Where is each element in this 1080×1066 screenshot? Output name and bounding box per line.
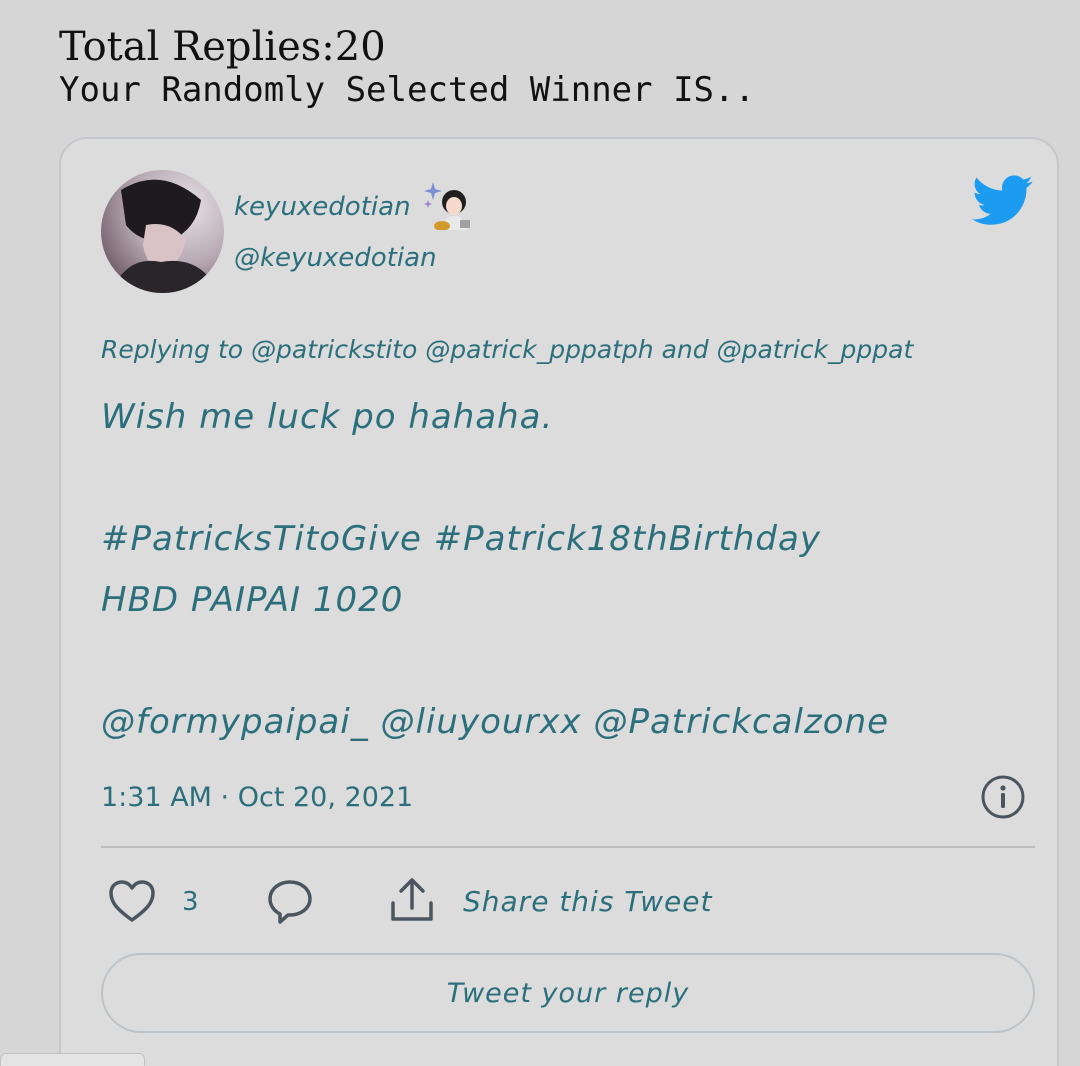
sparkles-woman-emoji-icon bbox=[422, 180, 474, 231]
total-replies-heading: Total Replies:20 bbox=[59, 24, 386, 70]
display-name[interactable]: keyuxedotian bbox=[234, 190, 411, 224]
twitter-bird-icon[interactable] bbox=[972, 174, 1034, 228]
tweet-text-line: Wish me luck po hahaha. bbox=[101, 397, 554, 437]
tweet-your-reply-button[interactable]: Tweet your reply bbox=[101, 953, 1035, 1033]
user-handle[interactable]: @keyuxedotian bbox=[234, 241, 437, 275]
tweet-timestamp[interactable]: 1:31 AM · Oct 20, 2021 bbox=[101, 780, 413, 816]
tweet-text-line: HBD PAIPAI 1020 bbox=[101, 580, 404, 620]
tweet-hashtags[interactable]: #PatricksTitoGive #Patrick18thBirthday bbox=[101, 517, 821, 561]
tweet-mentions[interactable]: @formypaipai_ @liuyourxx @Patrickcalzone bbox=[101, 700, 889, 744]
avatar[interactable] bbox=[101, 170, 224, 293]
share-upload-icon[interactable] bbox=[388, 876, 436, 924]
share-tweet-link[interactable]: Share this Tweet bbox=[463, 883, 712, 921]
speech-bubble-icon[interactable] bbox=[266, 878, 314, 924]
replying-to-line[interactable]: Replying to @patrickstito @patrick_pppat… bbox=[101, 333, 913, 367]
divider bbox=[101, 846, 1035, 848]
like-count: 3 bbox=[182, 887, 199, 917]
heart-icon[interactable] bbox=[108, 879, 156, 923]
winner-subtitle: Your Randomly Selected Winner IS.. bbox=[59, 70, 755, 110]
info-icon[interactable] bbox=[980, 774, 1026, 820]
bottom-tab[interactable] bbox=[0, 1053, 145, 1066]
